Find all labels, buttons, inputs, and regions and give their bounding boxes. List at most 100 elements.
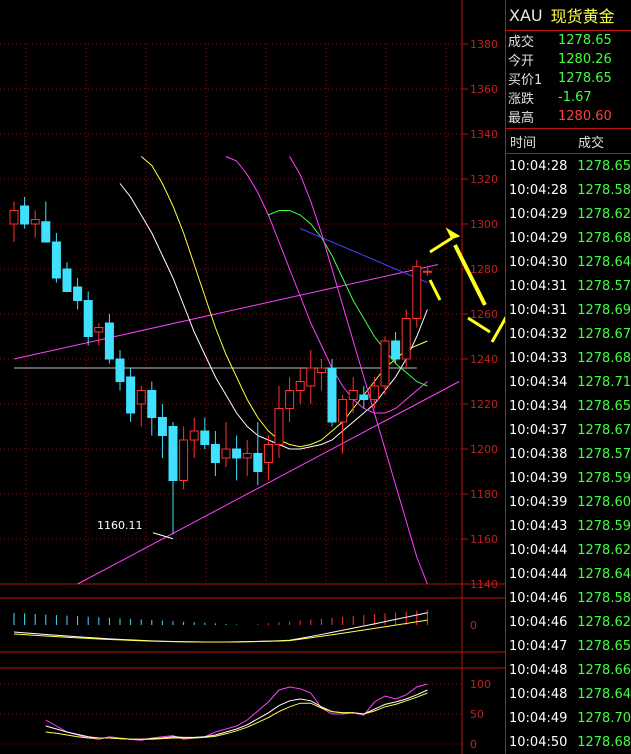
tick-time: 10:04:34: [509, 374, 568, 390]
tick-row: 10:04:44 1278.62: [506, 538, 631, 562]
tick-price: 1278.58: [577, 182, 631, 198]
quote-value: 1278.65: [558, 33, 612, 48]
tick-list[interactable]: 10:04:28 1278.65 10:04:28 1278.58 10:04:29 12…: [506, 154, 631, 754]
tick-price: 1278.60: [577, 494, 631, 510]
low-annotation-leader: [152, 532, 174, 540]
tick-price: 1278.57: [577, 278, 631, 294]
tick-row: 10:04:47 1278.65: [506, 634, 631, 658]
tick-price: 1278.68: [577, 350, 631, 366]
tick-time: 10:04:30: [509, 254, 568, 270]
price-axis-label: 1340: [470, 128, 498, 141]
tick-row: 10:04:44 1278.64: [506, 562, 631, 586]
projection-arrowhead: [445, 227, 461, 239]
candle-body: [168, 426, 178, 481]
low-annotation-label: 1160.11: [97, 519, 143, 532]
candlestick-chart[interactable]: 1380 1360 1340 1320 1300 1280 1260 1240 1220 1200…: [0, 0, 505, 754]
tick-row: 10:04:31 1278.57: [506, 274, 631, 298]
tick-price: 1278.59: [577, 518, 631, 534]
tick-price: 1278.68: [577, 734, 631, 750]
tick-price: 1278.57: [577, 446, 631, 462]
candle-body: [20, 205, 30, 225]
quote-panel: XAU 现货黄金 成交 1278.65 今开 1280.26 买价1 1278.65 涨跌 -…: [505, 0, 631, 754]
candle-body: [348, 390, 358, 400]
quote-label: 涨跌: [508, 92, 535, 107]
candle-body: [422, 270, 432, 273]
candle-body: [9, 210, 19, 225]
osc-axis-label: 100: [470, 678, 491, 691]
candle-body: [62, 268, 72, 292]
price-axis-label: 1280: [470, 263, 498, 276]
candle-body: [391, 340, 401, 360]
ticks-header-time: 时间: [510, 135, 537, 151]
osc-axis-label: 50: [470, 708, 484, 721]
candle-body: [221, 448, 231, 459]
projection-arrow-up: [429, 236, 453, 254]
quote-summary: 成交 1278.65 今开 1280.26 买价1 1278.65 涨跌 -1.67 最高 128…: [506, 31, 631, 129]
osc-d-line: [45, 689, 428, 740]
tick-time: 10:04:50: [509, 734, 568, 750]
candle-body: [136, 390, 146, 405]
tick-time: 10:04:33: [509, 350, 568, 366]
tick-time: 10:04:34: [509, 398, 568, 414]
moving-average-line: [300, 228, 428, 283]
tick-row: 10:04:33 1278.68: [506, 346, 631, 370]
candle-body: [306, 367, 316, 387]
candle-body: [359, 394, 369, 400]
tick-time: 10:04:38: [509, 446, 568, 462]
tick-price: 1278.58: [577, 590, 631, 606]
tick-time: 10:04:46: [509, 614, 568, 630]
tick-time: 10:04:47: [509, 638, 568, 654]
candle-body: [338, 399, 348, 423]
tick-time: 10:04:29: [509, 206, 568, 222]
price-axis-label: 1360: [470, 83, 498, 96]
tick-price: 1278.62: [577, 542, 631, 558]
tick-row: 10:04:39 1278.60: [506, 490, 631, 514]
candle-body: [401, 318, 411, 360]
macd-axis-label: 0: [470, 619, 477, 632]
tick-price: 1278.66: [577, 662, 631, 678]
price-axis-label: 1180: [470, 488, 498, 501]
tick-price: 1278.65: [577, 638, 631, 654]
tick-time: 10:04:44: [509, 566, 568, 582]
symbol-name: 现货黄金: [550, 7, 615, 26]
tick-row: 10:04:29 1278.68: [506, 226, 631, 250]
quote-value: 1280.60: [558, 109, 612, 124]
candle-body: [285, 390, 295, 409]
tick-time: 10:04:29: [509, 230, 568, 246]
moving-average-line: [140, 156, 428, 448]
tick-row: 10:04:50 1278.68: [506, 730, 631, 754]
tick-time: 10:04:49: [509, 710, 568, 726]
tick-row: 10:04:39 1278.59: [506, 466, 631, 490]
candle-body: [94, 327, 104, 333]
quote-label: 最高: [508, 111, 535, 126]
quote-row: 买价1 1278.65: [506, 69, 631, 88]
chart-canvas[interactable]: 1380 1360 1340 1320 1300 1280 1260 1240 1220 1200…: [0, 0, 505, 754]
candle-body: [104, 322, 114, 360]
tick-time: 10:04:31: [509, 302, 568, 318]
price-axis-label: 1300: [470, 218, 498, 231]
price-axis-label: 1260: [470, 308, 498, 321]
tick-row: 10:04:31 1278.69: [506, 298, 631, 322]
tick-row: 10:04:34 1278.65: [506, 394, 631, 418]
symbol-header: XAU 现货黄金: [506, 0, 631, 31]
tick-time: 10:04:31: [509, 278, 568, 294]
candle-body: [263, 444, 273, 463]
candle-body: [369, 385, 379, 400]
tick-time: 10:04:46: [509, 590, 568, 606]
tick-price: 1278.64: [577, 686, 631, 702]
candle-body: [200, 430, 210, 445]
price-axis-label: 1140: [470, 578, 498, 591]
tick-price: 1278.69: [577, 302, 631, 318]
candle-body: [412, 266, 422, 319]
tick-time: 10:04:28: [509, 182, 568, 198]
candle-body: [210, 444, 220, 463]
projection-arrow-down: [428, 279, 442, 301]
tick-time: 10:04:43: [509, 518, 568, 534]
tick-time: 10:04:28: [509, 158, 568, 174]
tick-row: 10:04:32 1278.67: [506, 322, 631, 346]
candle-body: [316, 367, 326, 373]
candle-body: [327, 367, 337, 423]
price-axis-label: 1160: [470, 533, 498, 546]
candle-body: [189, 430, 199, 441]
tick-time: 10:04:32: [509, 326, 568, 342]
